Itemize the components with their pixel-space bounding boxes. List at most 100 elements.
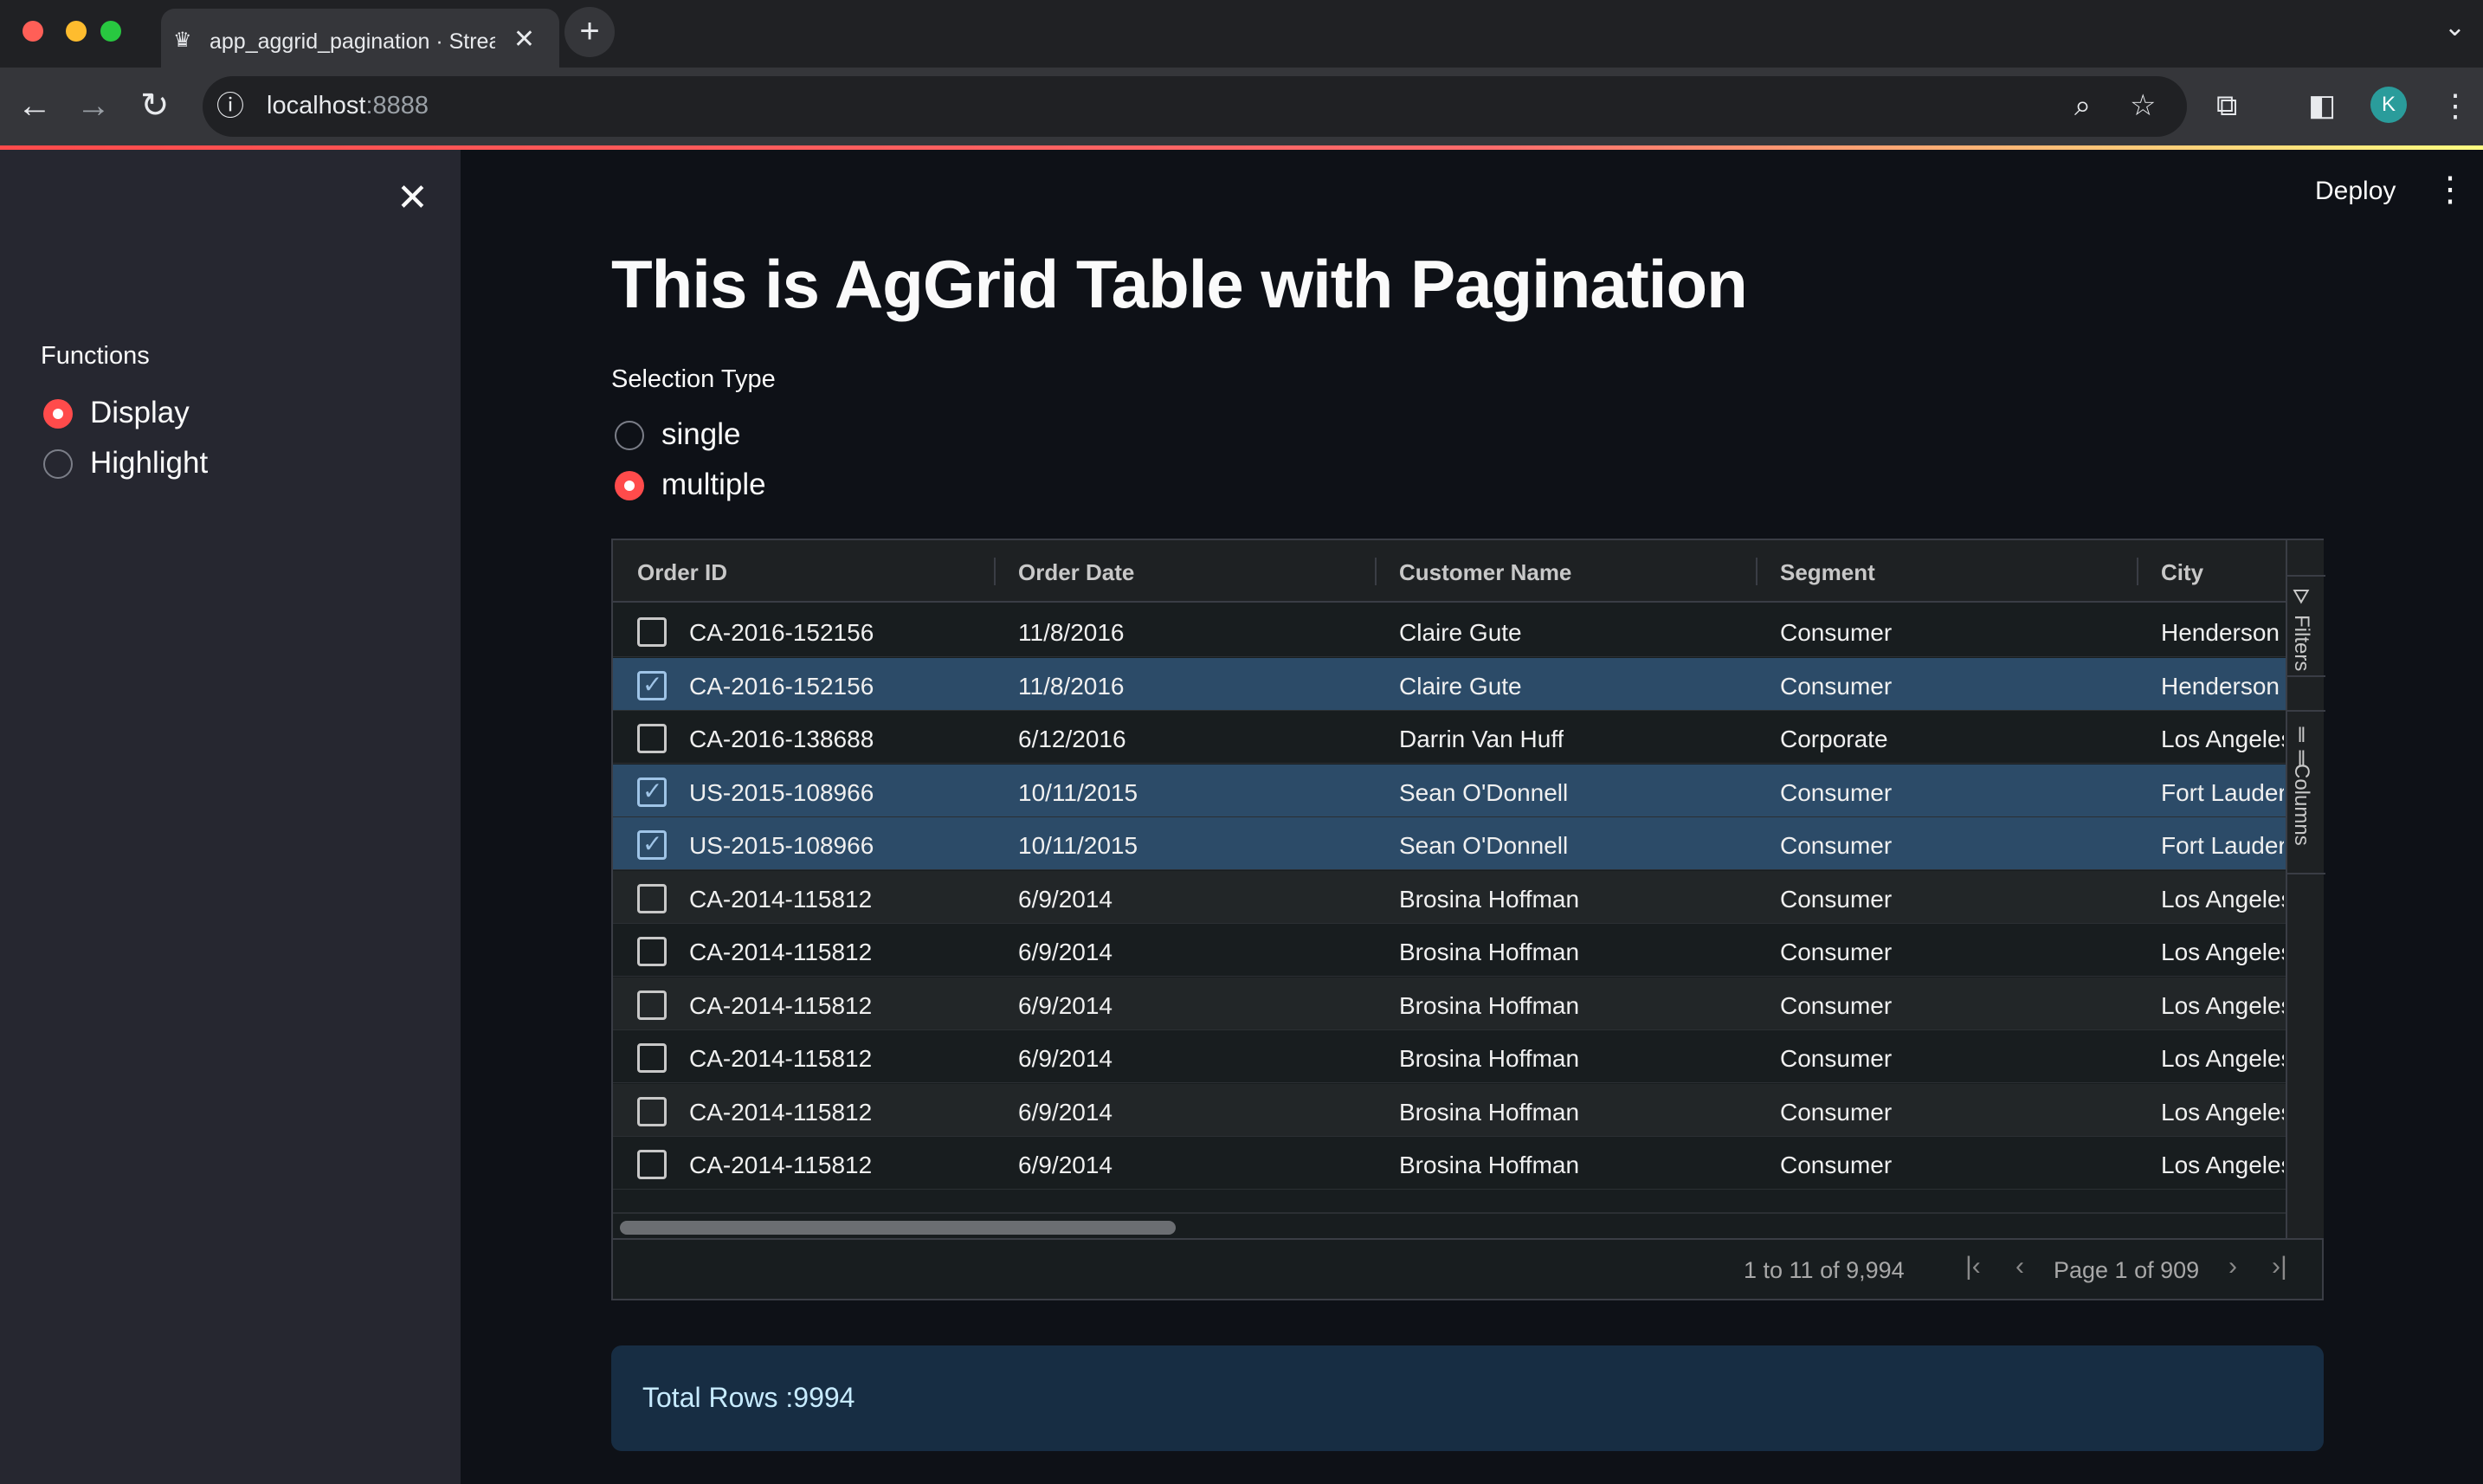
horizontal-scrollbar[interactable] [613, 1212, 2286, 1238]
row-checkbox[interactable] [637, 1096, 667, 1126]
cell-segment: Consumer [1780, 619, 1893, 646]
cell-order-id: CA-2016-138688 [689, 726, 874, 752]
close-tab-icon[interactable]: ✕ [513, 24, 535, 55]
row-checkbox[interactable] [637, 724, 667, 753]
column-divider[interactable] [2137, 558, 2138, 585]
column-divider[interactable] [1375, 558, 1377, 585]
address-bar[interactable]: ⓘ localhost:8888 ⌕ ☆ [203, 76, 2187, 137]
table-row[interactable]: CA-2014-115812 6/9/2014 Brosina Hoffman Con… [613, 1083, 2286, 1137]
functions-label: Functions [41, 342, 150, 370]
extensions-puzzle-icon[interactable]: ⧉ [2216, 87, 2237, 125]
cell-order-id: US-2015-108966 [689, 778, 874, 806]
maximize-window-button[interactable] [100, 21, 121, 42]
new-tab-button[interactable]: + [564, 7, 615, 57]
browser-menu-icon[interactable]: ⋮ [2440, 87, 2471, 125]
table-row[interactable]: ✓ US-2015-108966 10/11/2015 Sean O'Donnell C… [613, 764, 2286, 817]
main-menu-icon[interactable]: ⋮ [2433, 170, 2467, 210]
checkmark-icon: ✓ [642, 830, 663, 857]
table-row[interactable]: CA-2016-138688 6/12/2016 Darrin Van Huff Co… [613, 711, 2286, 764]
back-arrow-icon[interactable]: ← [17, 87, 52, 125]
row-checkbox[interactable] [637, 883, 667, 913]
cell-city: Henderson [2161, 619, 2280, 646]
deploy-button[interactable]: Deploy [2315, 177, 2396, 206]
pagination-panel: 1 to 11 of 9,994 |‹ ‹ Page 1 of 909 › ›| [613, 1238, 2322, 1299]
cell-order-date: 6/9/2014 [1018, 885, 1113, 913]
cell-order-date: 10/11/2015 [1018, 778, 1138, 806]
table-row[interactable]: ✓ US-2015-108966 10/11/2015 Sean O'Donnell C… [613, 817, 2286, 870]
profile-avatar[interactable]: K [2370, 87, 2407, 123]
column-header-customer-name[interactable]: Customer Name [1399, 559, 1571, 586]
table-row[interactable]: CA-2016-152156 11/8/2016 Claire Gute Consum… [613, 604, 2286, 657]
table-row[interactable]: CA-2014-115812 6/9/2014 Brosina Hoffman Con… [613, 1137, 2286, 1190]
previous-page-icon[interactable]: ‹ [2015, 1252, 2024, 1281]
column-header-city[interactable]: City [2161, 559, 2203, 586]
column-header-order-id[interactable]: Order ID [637, 559, 727, 586]
columns-tab-label: Columns [2290, 764, 2313, 846]
browser-tab[interactable]: ♛ app_aggrid_pagination · Streamlit ✕ [161, 9, 559, 76]
first-page-icon[interactable]: |‹ [1965, 1252, 1981, 1281]
cell-segment: Corporate [1780, 726, 1888, 752]
sidebar: ✕ Functions Display Highlight [0, 150, 461, 1484]
cell-customer-name: Brosina Hoffman [1399, 885, 1580, 913]
radio-button[interactable] [615, 421, 644, 450]
row-checkbox[interactable] [637, 1043, 667, 1073]
browser-toolbar: ← → ↻ ⓘ localhost:8888 ⌕ ☆ ⧉ ◧ K ⋮ [0, 68, 2483, 147]
radio-button[interactable] [43, 449, 73, 479]
table-row[interactable]: ✓ CA-2016-152156 11/8/2016 Claire Gute Consu… [613, 657, 2286, 711]
column-header-order-date[interactable]: Order Date [1018, 559, 1134, 586]
cell-order-date: 6/9/2014 [1018, 1045, 1113, 1072]
row-checkbox-checked[interactable]: ✓ [637, 830, 667, 860]
table-row[interactable]: CA-2014-115812 6/9/2014 Brosina Hoffman Con… [613, 870, 2286, 924]
cell-customer-name: Sean O'Donnell [1399, 832, 1569, 859]
cell-order-date: 11/8/2016 [1018, 672, 1125, 700]
cell-customer-name: Claire Gute [1399, 619, 1522, 646]
filters-tool-panel-tab[interactable]: ⛛ Filters [2287, 575, 2325, 677]
tab-title: app_aggrid_pagination · Streamlit [210, 29, 495, 54]
radio-label-highlight: Highlight [90, 446, 209, 480]
close-window-button[interactable] [23, 21, 43, 42]
column-divider[interactable] [994, 558, 996, 585]
row-checkbox[interactable] [637, 617, 667, 647]
site-info-icon[interactable]: ⓘ [216, 87, 244, 125]
chevron-down-icon[interactable]: ⌄ [2444, 12, 2466, 42]
url-host: localhost [267, 92, 366, 119]
row-checkbox-checked[interactable]: ✓ [637, 777, 667, 807]
radio-button-selected[interactable] [615, 471, 644, 500]
cell-order-date: 6/9/2014 [1018, 939, 1113, 965]
cell-segment: Consumer [1780, 939, 1893, 965]
cell-city: Los Angeles [2161, 1098, 2284, 1126]
cell-customer-name: Brosina Hoffman [1399, 1045, 1580, 1072]
zoom-icon[interactable]: ⌕ [2074, 87, 2091, 125]
columns-tool-panel-tab[interactable]: ‖‖ Columns [2287, 710, 2325, 874]
row-checkbox[interactable] [637, 937, 667, 966]
table-row[interactable]: CA-2014-115812 6/9/2014 Brosina Hoffman Con… [613, 977, 2286, 1030]
scrollbar-thumb[interactable] [620, 1221, 1176, 1235]
last-page-icon[interactable]: ›| [2272, 1252, 2287, 1281]
grid-header: Order ID Order Date Customer Name Segmen… [613, 540, 2286, 603]
column-header-segment[interactable]: Segment [1780, 559, 1875, 586]
total-rows-text: Total Rows :9994 [642, 1382, 855, 1413]
cell-customer-name: Brosina Hoffman [1399, 991, 1580, 1019]
radio-button-selected[interactable] [43, 399, 73, 429]
bookmark-star-icon[interactable]: ☆ [2130, 87, 2156, 125]
table-row[interactable]: CA-2014-115812 6/9/2014 Brosina Hoffman Con… [613, 924, 2286, 977]
row-checkbox-checked[interactable]: ✓ [637, 670, 667, 700]
filters-tab-label: Filters [2290, 615, 2313, 672]
cell-customer-name: Sean O'Donnell [1399, 778, 1569, 806]
browser-tab-bar: ♛ app_aggrid_pagination · Streamlit ✕ + … [0, 0, 2483, 76]
row-checkbox[interactable] [637, 990, 667, 1020]
cell-city: Los Angeles [2161, 1152, 2284, 1178]
forward-arrow-icon[interactable]: → [76, 87, 111, 125]
row-checkbox[interactable] [637, 1150, 667, 1179]
reload-icon[interactable]: ↻ [140, 87, 170, 125]
cell-segment: Consumer [1780, 885, 1893, 913]
paging-row-summary: 1 to 11 of 9,994 [1744, 1257, 1905, 1283]
cell-order-id: CA-2014-115812 [689, 1045, 873, 1072]
next-page-icon[interactable]: › [2228, 1252, 2237, 1281]
close-sidebar-icon[interactable]: ✕ [397, 176, 429, 220]
column-divider[interactable] [1756, 558, 1757, 585]
minimize-window-button[interactable] [66, 21, 87, 42]
side-panel-icon[interactable]: ◧ [2308, 87, 2336, 125]
table-row[interactable]: CA-2014-115812 6/9/2014 Brosina Hoffman Con… [613, 1030, 2286, 1083]
cell-city: Henderson [2161, 672, 2280, 700]
